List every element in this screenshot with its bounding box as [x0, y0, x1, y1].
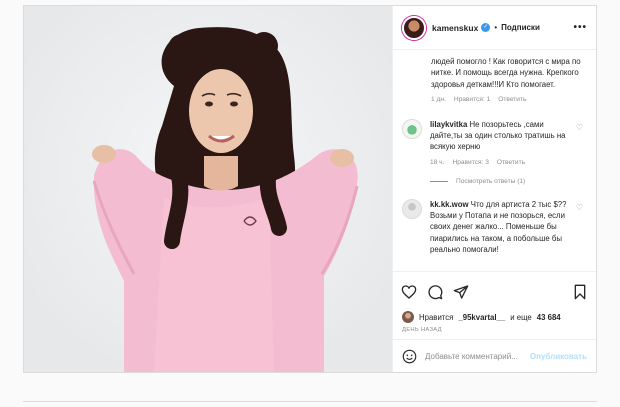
following-button[interactable]: Подписки — [501, 23, 540, 32]
photo-illustration — [24, 6, 392, 372]
post-photo[interactable] — [24, 6, 392, 372]
caption-meta: 1 дн. Нравится: 1 Ответить — [431, 96, 587, 103]
comment-body: lilaykvitka Не позорьтесь ,сами дайте,ты… — [430, 119, 587, 166]
commenter-avatar[interactable] — [402, 118, 422, 139]
comment-time[interactable]: 18 ч. — [430, 159, 444, 166]
comment-content: lilaykvitka Не позорьтесь ,сами дайте,ты… — [430, 119, 569, 153]
likes-prefix: Нравится — [419, 312, 454, 322]
caption-block: людей помогло ! Как говорится с мира по … — [402, 56, 587, 103]
add-comment-bar: Опубликовать — [393, 339, 596, 372]
view-replies-button[interactable]: Посмотреть ответы (1) — [430, 178, 587, 185]
post-header: kamenskux ✓ • Подписки ••• — [393, 6, 596, 50]
header-separator: • — [494, 23, 498, 32]
next-post-edge — [23, 401, 597, 407]
action-bar — [393, 271, 596, 311]
more-icon[interactable]: ••• — [573, 22, 587, 33]
liker-avatar[interactable] — [402, 311, 414, 323]
comment-item: lilaykvitka Не позорьтесь ,сами дайте,ты… — [402, 118, 587, 166]
commenter-username[interactable]: kk.kk.wow — [430, 200, 469, 209]
author-avatar[interactable] — [402, 15, 426, 40]
bookmark-icon[interactable] — [572, 284, 588, 300]
heart-icon[interactable] — [401, 284, 417, 300]
caption-time[interactable]: 1 дн. — [431, 96, 446, 103]
liker-username[interactable]: _95kvartal__ — [458, 313, 505, 322]
comment-like-icon[interactable]: ♡ — [576, 203, 583, 212]
comment-input[interactable] — [425, 351, 522, 361]
comment-item: kk.kk.wow Что для артиста 2 тыс $?? Возь… — [402, 198, 587, 255]
verified-icon: ✓ — [481, 23, 491, 32]
emoji-icon[interactable] — [402, 349, 417, 364]
post-card: kamenskux ✓ • Подписки ••• людей помогло… — [23, 5, 597, 373]
commenter-avatar[interactable] — [402, 198, 422, 219]
replies-line — [430, 180, 448, 182]
comment-likes[interactable]: Нравится: 3 — [452, 159, 488, 166]
post-date[interactable]: ДЕНЬ НАЗАД — [393, 323, 596, 339]
commenter-username[interactable]: lilaykvitka — [430, 120, 467, 129]
likes-row: Нравится _95kvartal__ и еще 43 684 — [393, 311, 596, 323]
author-username[interactable]: kamenskux — [432, 23, 478, 33]
comment-content: kk.kk.wow Что для артиста 2 тыс $?? Возь… — [430, 199, 569, 255]
caption-likes[interactable]: Нравится: 1 — [454, 96, 490, 103]
comment-body: kk.kk.wow Что для артиста 2 тыс $?? Возь… — [430, 199, 587, 255]
comment-icon[interactable] — [427, 284, 443, 300]
caption-text: людей помогло ! Как говорится с мира по … — [431, 57, 581, 89]
share-icon[interactable] — [453, 284, 469, 300]
view-replies-label: Посмотреть ответы (1) — [456, 177, 526, 185]
comments-list[interactable]: людей помогло ! Как говорится с мира по … — [393, 50, 596, 271]
post-sidebar: kamenskux ✓ • Подписки ••• людей помогло… — [392, 6, 596, 372]
publish-button[interactable]: Опубликовать — [530, 352, 587, 361]
comment-like-icon[interactable]: ♡ — [576, 123, 583, 132]
likes-count[interactable]: 43 684 — [537, 313, 561, 322]
likes-middle: и еще — [510, 312, 532, 322]
comment-reply-button[interactable]: Ответить — [497, 159, 525, 166]
comment-meta: 18 ч. Нравится: 3 Ответить — [430, 159, 569, 166]
caption-reply-button[interactable]: Ответить — [498, 96, 526, 103]
